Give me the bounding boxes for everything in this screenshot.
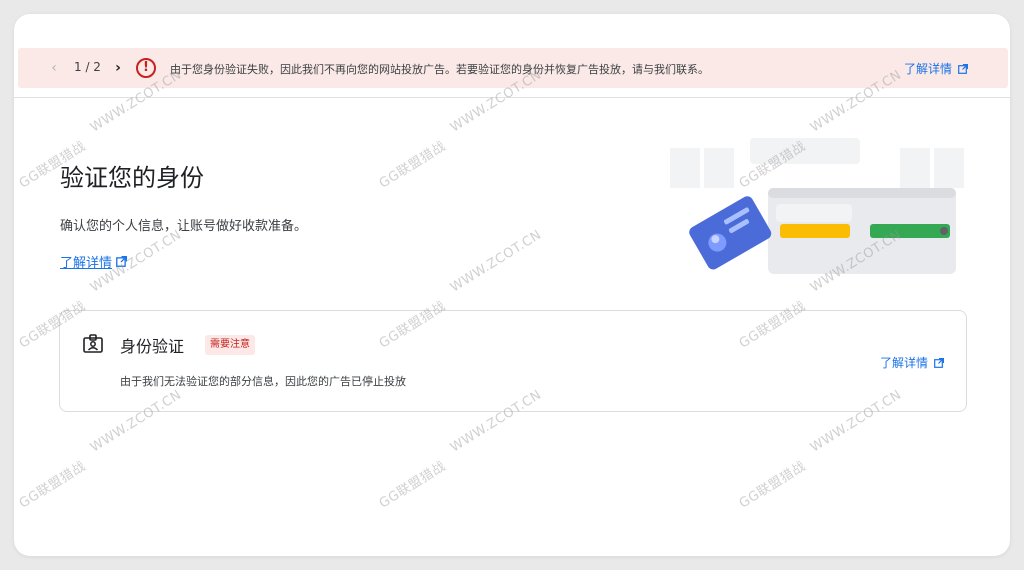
identity-verification-card: 身份验证 需要注意 由于我们无法验证您的部分信息，因此您的广告已停止投放 了解详…: [59, 310, 967, 412]
app-frame: ‹ 1 / 2 › ! 由于您身份验证失败，因此我们不再向您的网站投放广告。若要…: [14, 14, 1010, 556]
open-in-new-icon: [116, 256, 128, 267]
open-in-new-icon: [958, 63, 968, 74]
card-title: 身份验证: [120, 337, 185, 356]
header-divider: [14, 97, 1010, 98]
card-learn-more-label: 了解详情: [879, 356, 928, 370]
chevron-right-icon[interactable]: ›: [110, 59, 126, 77]
watermark-site: WWW.ZCOT.CN: [447, 227, 545, 296]
watermark-brand: GG联盟猎战: [16, 458, 89, 512]
page-title: 验证您的身份: [60, 164, 204, 192]
banner-learn-more-link[interactable]: 了解详情: [904, 60, 968, 77]
error-circle-icon: !: [136, 58, 156, 78]
alert-banner: ‹ 1 / 2 › ! 由于您身份验证失败，因此我们不再向您的网站投放广告。若要…: [18, 48, 1008, 88]
pager-count: 1 / 2: [74, 60, 101, 74]
id-card-wallet-illustration: [670, 138, 964, 274]
chevron-left-icon[interactable]: ‹: [46, 59, 62, 77]
watermark-brand: GG联盟猎战: [376, 458, 449, 512]
card-description: 由于我们无法验证您的部分信息，因此您的广告已停止投放: [120, 375, 406, 388]
banner-message: 由于您身份验证失败，因此我们不再向您的网站投放广告。若要验证您的身份并恢复广告投…: [170, 63, 709, 76]
watermark-brand: GG联盟猎战: [736, 458, 809, 512]
open-in-new-icon: [934, 357, 944, 368]
banner-learn-more-label: 了解详情: [903, 62, 952, 76]
page-subtitle: 确认您的个人信息，让账号做好收款准备。: [60, 219, 308, 234]
card-learn-more-link[interactable]: 了解详情: [880, 354, 944, 371]
id-badge-icon: [83, 334, 103, 353]
watermark-brand: GG联盟猎战: [376, 138, 449, 192]
learn-more-link[interactable]: 了解详情: [60, 252, 128, 271]
status-badge: 需要注意: [205, 335, 255, 355]
learn-more-label: 了解详情: [60, 256, 113, 271]
